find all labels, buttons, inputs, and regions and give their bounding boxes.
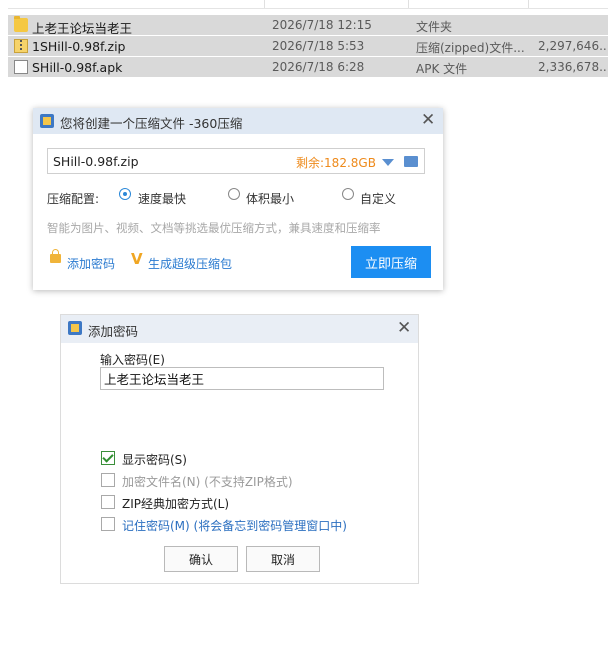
file-row-zip[interactable]: 1SHill-0.98f.zip 2026/7/18 5:53 压缩(zippe…	[8, 36, 608, 56]
file-name: 上老王论坛当老王	[32, 21, 133, 36]
column-separator[interactable]	[528, 0, 529, 8]
column-separator[interactable]	[408, 0, 409, 8]
cancel-button[interactable]: 取消	[246, 546, 320, 572]
remember-password-label[interactable]: 记住密码(M) (将会备忘到密码管理窗口中)	[122, 517, 347, 534]
add-password-dialog: 添加密码 ✕ 输入密码(E) 显示密码(S) 加密文件名(N) (不支持ZIP格…	[60, 314, 419, 584]
add-password-link[interactable]: 添加密码	[67, 255, 115, 272]
remember-password-checkbox[interactable]	[101, 517, 115, 531]
file-type: 压缩(zipped)文件...	[416, 41, 525, 55]
file-size: 2,336,678...	[538, 60, 608, 74]
show-password-label[interactable]: 显示密码(S)	[122, 451, 187, 468]
encrypt-filenames-label[interactable]: 加密文件名(N) (不支持ZIP格式)	[122, 473, 293, 490]
file-list: 上老王论坛当老王 2026/7/18 12:15 文件夹 1SHill-0.98…	[8, 0, 608, 80]
free-space-label: 剩余:182.8GB	[296, 156, 376, 170]
compress-now-button[interactable]: 立即压缩	[351, 246, 431, 278]
radio-label-fastest[interactable]: 速度最快	[138, 190, 186, 207]
file-type: APK 文件	[416, 62, 468, 76]
password-input[interactable]	[100, 367, 384, 390]
file-date: 2026/7/18 12:15	[272, 18, 372, 32]
zip-icon	[14, 39, 28, 53]
file-date: 2026/7/18 5:53	[272, 39, 365, 53]
radio-label-smallest[interactable]: 体积最小	[246, 190, 294, 207]
encrypt-filenames-checkbox[interactable]	[101, 473, 115, 487]
password-input-label: 输入密码(E)	[100, 353, 165, 367]
column-header[interactable]	[8, 0, 608, 9]
apk-file-icon	[14, 60, 28, 74]
compression-hint: 智能为图片、视频、文档等挑选最优压缩方式，兼具速度和压缩率	[47, 221, 381, 235]
file-row-folder[interactable]: 上老王论坛当老王 2026/7/18 12:15 文件夹	[8, 15, 608, 36]
archive-filename[interactable]: SHill-0.98f.zip	[53, 154, 139, 169]
show-password-checkbox[interactable]	[101, 451, 115, 465]
confirm-button[interactable]: 确认	[164, 546, 238, 572]
radio-smallest[interactable]	[228, 188, 240, 200]
compress-dialog: 您将创建一个压缩文件 -360压缩 ✕ SHill-0.98f.zip 剩余:1…	[33, 108, 443, 290]
radio-fastest[interactable]	[119, 188, 131, 200]
super-archive-link[interactable]: 生成超级压缩包	[148, 255, 232, 272]
zip-classic-encryption-checkbox[interactable]	[101, 495, 115, 509]
file-name: 1SHill-0.98f.zip	[32, 39, 126, 54]
radio-custom[interactable]	[342, 188, 354, 200]
column-separator[interactable]	[264, 0, 265, 8]
file-type: 文件夹	[416, 20, 453, 34]
radio-label-custom[interactable]: 自定义	[360, 190, 396, 207]
file-name: SHill-0.98f.apk	[32, 60, 123, 75]
file-size: 2,297,646...	[538, 39, 608, 53]
vip-icon: V	[131, 250, 143, 268]
close-icon[interactable]: ✕	[397, 320, 411, 337]
lock-icon	[50, 249, 61, 263]
browse-folder-icon[interactable]	[404, 156, 418, 167]
file-date: 2026/7/18 6:28	[272, 60, 365, 74]
dialog-title: 添加密码	[88, 324, 139, 339]
dialog-title: 您将创建一个压缩文件 -360压缩	[60, 116, 243, 131]
folder-icon	[14, 16, 28, 32]
360zip-app-icon	[68, 321, 82, 335]
close-icon[interactable]: ✕	[421, 112, 435, 129]
360zip-app-icon	[40, 114, 54, 128]
file-row-apk[interactable]: SHill-0.98f.apk 2026/7/18 6:28 APK 文件 2,…	[8, 57, 608, 77]
archive-path-field[interactable]: SHill-0.98f.zip 剩余:182.8GB	[47, 148, 425, 174]
zip-classic-encryption-label[interactable]: ZIP经典加密方式(L)	[122, 495, 229, 512]
dialog-titlebar[interactable]: 您将创建一个压缩文件 -360压缩 ✕	[33, 108, 443, 134]
chevron-down-icon[interactable]	[382, 159, 394, 166]
dialog-titlebar[interactable]: 添加密码 ✕	[61, 315, 418, 343]
compression-config-label: 压缩配置:	[47, 192, 100, 206]
